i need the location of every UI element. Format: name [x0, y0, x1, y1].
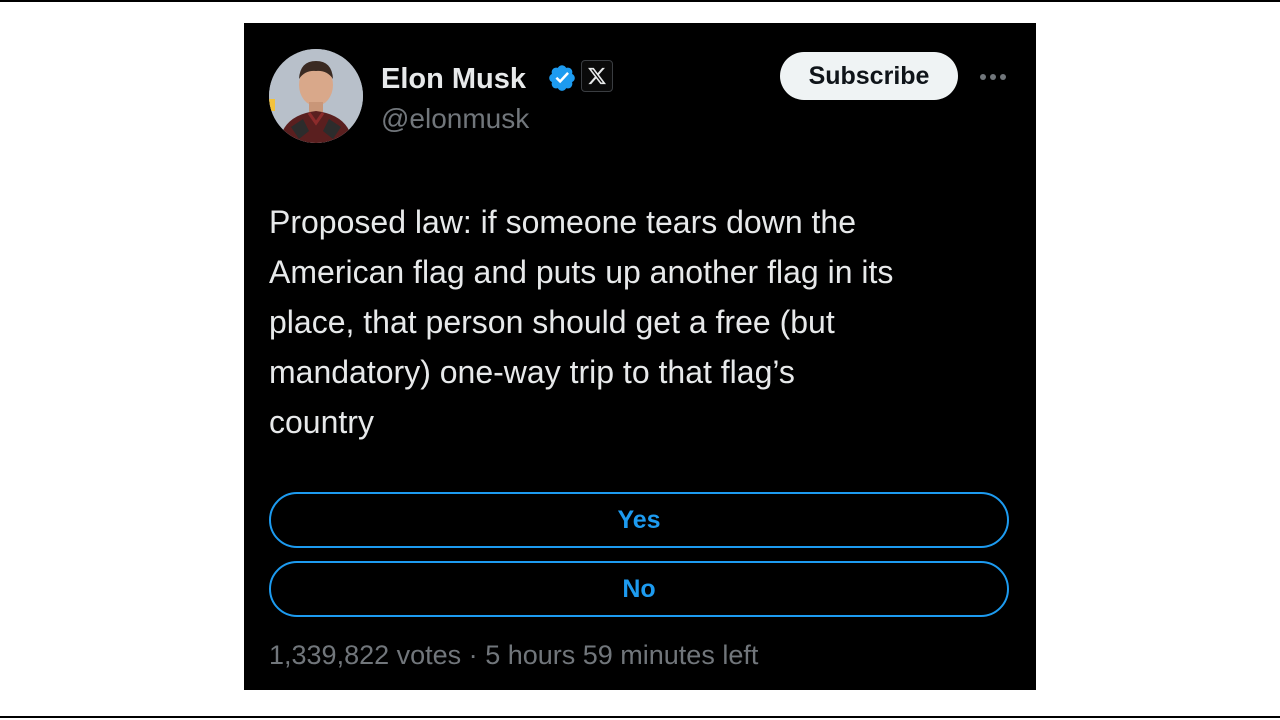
poll-footer-separator: · [468, 640, 478, 670]
tweet-card: Elon Musk @elonmusk Subscribe Proposed l… [244, 23, 1036, 690]
bottom-border [0, 716, 1280, 718]
poll-option-yes[interactable]: Yes [269, 492, 1009, 548]
x-glyph-icon [588, 67, 607, 85]
author-handle[interactable]: @elonmusk [381, 101, 529, 137]
x-logo-icon [581, 60, 613, 92]
poll-vote-count: 1,339,822 votes [269, 640, 462, 670]
tweet-text: Proposed law: if someone tears down the … [269, 204, 894, 440]
poll-time-left: 5 hours 59 minutes left [485, 640, 759, 670]
verified-badge-icon [549, 65, 575, 91]
poll-footer: 1,339,822 votes · 5 hours 59 minutes lef… [269, 637, 758, 673]
more-horizontal-icon[interactable] [977, 61, 1009, 93]
poll-option-no[interactable]: No [269, 561, 1009, 617]
author-avatar[interactable] [269, 49, 363, 143]
ellipsis-icon [980, 74, 1006, 80]
page: Elon Musk @elonmusk Subscribe Proposed l… [0, 0, 1280, 720]
subscribe-button[interactable]: Subscribe [780, 52, 958, 100]
top-border [0, 0, 1280, 2]
author-name[interactable]: Elon Musk [381, 59, 526, 99]
avatar-photo-icon [269, 49, 363, 143]
